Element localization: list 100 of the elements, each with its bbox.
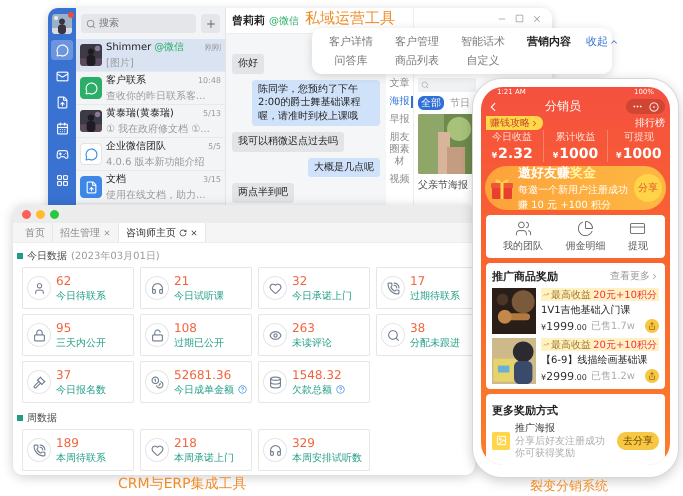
conversation-item[interactable]: 文档 3/15 使用在线文档，助力... bbox=[76, 171, 225, 204]
stat-icon bbox=[150, 282, 164, 294]
category-tab[interactable]: 文章 bbox=[386, 78, 413, 90]
stat-value: 62 bbox=[56, 274, 72, 288]
menu-item[interactable]: 智能话术 bbox=[454, 34, 512, 49]
message-time: 10:48 bbox=[198, 76, 221, 84]
notification-dot bbox=[68, 12, 74, 18]
mail-icon[interactable] bbox=[56, 70, 68, 82]
grid-icon[interactable] bbox=[56, 174, 68, 186]
stat-amount: ¥1000 bbox=[616, 146, 662, 162]
stat-value: 37 bbox=[56, 368, 72, 382]
page-title: 分销员 bbox=[544, 98, 582, 116]
filter-chip[interactable]: 节日 bbox=[447, 96, 473, 110]
guide-link[interactable]: 赚钱攻略 bbox=[486, 116, 543, 130]
close-button[interactable] bbox=[22, 210, 31, 218]
share-icon bbox=[648, 322, 656, 330]
gamepad-icon[interactable] bbox=[56, 148, 68, 160]
chat-title: 曾莉莉 bbox=[232, 13, 265, 28]
shortcut-label[interactable]: 佣金明细 bbox=[565, 239, 606, 253]
share-button[interactable] bbox=[645, 369, 659, 383]
stat-value: 32 bbox=[292, 274, 308, 288]
material-search-field[interactable] bbox=[418, 78, 476, 92]
stat-label: 本周承诺上门 bbox=[174, 452, 234, 464]
add-button[interactable] bbox=[201, 14, 220, 33]
reward-value: 20元+10积分 bbox=[593, 288, 657, 302]
calendar-icon[interactable] bbox=[56, 122, 68, 134]
message-bubble: 大概是几点呢 bbox=[308, 158, 380, 177]
share-button[interactable] bbox=[645, 319, 659, 333]
close-icon[interactable] bbox=[190, 228, 198, 236]
menu-item[interactable]: 问答库 bbox=[322, 53, 380, 68]
stat-icon bbox=[386, 328, 400, 342]
chat-icon bbox=[84, 148, 98, 160]
conversation-item[interactable]: 客户联系 10:48 查收你的昨日联系客... bbox=[76, 72, 225, 105]
shortcut-label[interactable]: 我的团队 bbox=[503, 239, 544, 253]
menu-item[interactable]: 商品列表 bbox=[388, 53, 446, 68]
shortcut-icon[interactable] bbox=[629, 220, 646, 237]
chevron-right-icon bbox=[650, 272, 659, 280]
refresh-icon[interactable] bbox=[179, 228, 187, 236]
stat-label: 过期已公开 bbox=[174, 336, 224, 350]
banner-text: 赚 10 元 +100 积分 bbox=[518, 198, 612, 212]
sold-count: 已售1.2w bbox=[590, 370, 635, 383]
shortcut-icon[interactable] bbox=[576, 220, 594, 237]
conversation-item[interactable]: Shimmer @微信 刚刚 [图片] bbox=[76, 39, 225, 72]
menu-item[interactable]: 营销内容 bbox=[520, 34, 578, 49]
stat-label: 分配未跟进 bbox=[410, 336, 460, 350]
shortcut-label[interactable]: 提现 bbox=[628, 239, 648, 253]
feature-caption: CRM与ERP集成工具 bbox=[118, 476, 247, 493]
section-title: 今日数据 bbox=[27, 250, 67, 263]
conversation-item[interactable]: 企业微信团队 5/5 4.0.6 版本新功能介绍 bbox=[76, 138, 225, 171]
message-time: 5/13 bbox=[203, 108, 221, 118]
ranking-link[interactable]: 排行榜 bbox=[635, 116, 665, 130]
help-icon[interactable] bbox=[238, 385, 247, 394]
feature-caption: 私域运营工具 bbox=[305, 9, 395, 27]
share-button[interactable]: 去分享 bbox=[617, 432, 659, 450]
category-tab[interactable]: 朋友圈素材 bbox=[386, 132, 413, 168]
stat-amount: ¥2.32 bbox=[492, 146, 533, 162]
search-field[interactable]: 搜索 bbox=[81, 14, 196, 33]
reward-label: 最高收益 bbox=[551, 338, 592, 352]
stat-icon bbox=[32, 444, 46, 456]
category-tab[interactable]: 早报 bbox=[386, 114, 413, 126]
section-date: (2023年03月01日) bbox=[71, 250, 160, 263]
reward-label: 最高收益 bbox=[551, 288, 592, 302]
image-icon bbox=[492, 432, 510, 450]
product-price: ¥2999.00 bbox=[541, 370, 587, 382]
conversation-item[interactable]: 黄泰瑞(黄泰瑞) 5/13 ① 我在政府修文档 ①... bbox=[76, 105, 225, 138]
plus-icon bbox=[204, 18, 216, 30]
menu-item[interactable]: 客户详情 bbox=[322, 34, 380, 49]
banner-text: 每邀一个新用户注册成功 bbox=[518, 184, 629, 197]
stat-label: 本周安排试听数 bbox=[292, 452, 362, 464]
message-bubble: 陈同学，您预约了下午2:00的爵士舞基础课程喔，请准时到校上课哦 bbox=[252, 80, 380, 126]
shortcut-icon[interactable] bbox=[514, 220, 532, 237]
stat-icon bbox=[386, 282, 400, 294]
collapse-link[interactable]: 收起 bbox=[586, 34, 619, 49]
page-tab[interactable]: 咨询师主页 bbox=[119, 223, 206, 242]
stat-icon bbox=[32, 282, 46, 294]
stat-icon bbox=[268, 444, 282, 456]
help-icon[interactable] bbox=[336, 385, 345, 394]
category-tab[interactable]: 视频 bbox=[386, 174, 413, 186]
menu-item[interactable]: 自定义 bbox=[454, 53, 512, 68]
share-button[interactable]: 分享 bbox=[634, 174, 662, 202]
stat-icon bbox=[268, 282, 282, 294]
stat-value: 1548.32 bbox=[292, 368, 343, 382]
search-icon bbox=[86, 19, 96, 29]
maximize-icon[interactable] bbox=[515, 14, 524, 23]
chat-icon[interactable] bbox=[56, 44, 68, 56]
menu-item[interactable]: 客户管理 bbox=[388, 34, 446, 49]
stat-value: 263 bbox=[292, 320, 316, 334]
message-time: 刚刚 bbox=[205, 42, 221, 52]
reward-value: 20元+10积分 bbox=[593, 338, 657, 352]
page-tab[interactable]: 首页 bbox=[18, 223, 53, 242]
chat-icon bbox=[84, 82, 98, 94]
more-link[interactable]: 查看更多 bbox=[610, 269, 659, 283]
trend-icon bbox=[543, 340, 550, 349]
stat-amount: ¥1000 bbox=[552, 146, 598, 162]
message-preview: ① 我在政府修文档 ①... bbox=[106, 122, 211, 136]
stat-icon bbox=[268, 376, 282, 388]
stat-label: 欠款总额 bbox=[292, 384, 332, 396]
filter-chip[interactable]: 全部 bbox=[418, 96, 444, 110]
stat-label: 今日收益 bbox=[492, 131, 532, 144]
upload-icon[interactable] bbox=[56, 96, 68, 108]
